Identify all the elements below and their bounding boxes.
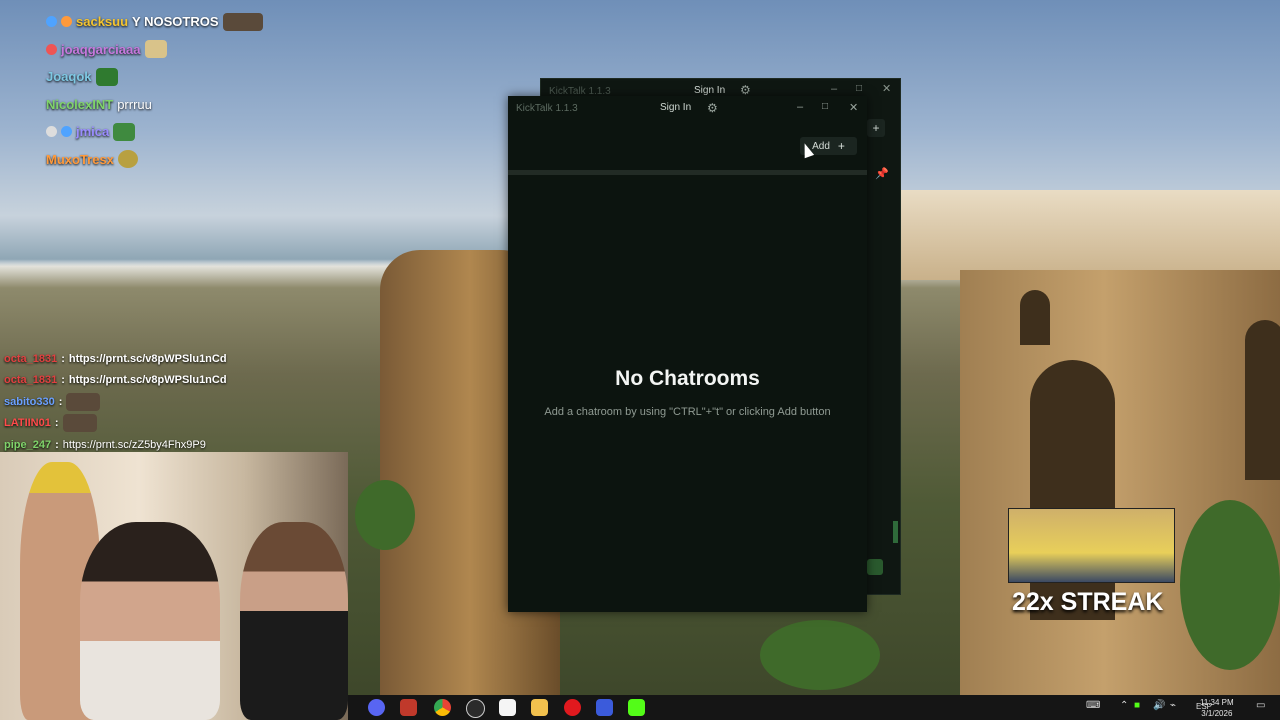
overlay-link-user: octa_1831 (4, 374, 58, 387)
stream-chat-overlay: sacksuu Y NOSOTROS joaqgarciaaa Joaqok N… (46, 8, 263, 173)
overlay-link-message: https://prnt.sc/zZ5by4Fhx9P9 (62, 438, 206, 451)
overlay-link-user: pipe_247 (4, 438, 52, 451)
overlay-chat-line: joaqgarciaaa (46, 36, 263, 64)
webcam-person (240, 522, 348, 720)
overlay-chat-message: Y NOSOTROS (132, 14, 219, 30)
gear-icon[interactable]: ⚙ (707, 101, 718, 115)
chevron-up-icon[interactable]: ⌃ (1120, 700, 1128, 711)
gear-icon[interactable]: ⚙ (740, 83, 751, 97)
signin-button[interactable]: Sign In (660, 102, 691, 113)
kick-tray-icon[interactable]: ■ (1134, 700, 1140, 711)
overlay-chat-line: Joaqok (46, 63, 263, 91)
wallpaper-trees (355, 480, 415, 550)
emote-icon (117, 150, 138, 169)
overlay-link-line: octa_1831: https://prnt.sc/v8pWPSlu1nCd (4, 352, 227, 365)
streak-text: 22x STREAK (1012, 588, 1164, 616)
overlay-link-line: octa_1831: https://prnt.sc/v8pWPSlu1nCd (4, 374, 227, 387)
speaker-icon[interactable]: 🔊 (1153, 700, 1165, 711)
opera-icon[interactable] (564, 699, 581, 716)
overlay-link-line: LATIIN01: (4, 413, 227, 435)
overlay-chat-line: NicolexINT prrruu (46, 91, 263, 119)
taskbar-clock[interactable]: 11:34 PM 3/1/2026 (1200, 697, 1234, 719)
wallpaper-trees (760, 620, 880, 690)
empty-state-subtitle: Add a chatroom by using "CTRL"+"t" or cl… (544, 406, 831, 418)
overlay-link-user: LATIIN01 (4, 417, 51, 430)
notion-icon[interactable] (499, 699, 516, 716)
close-icon[interactable]: ✕ (849, 101, 858, 114)
notification-icon[interactable]: ▭ (1256, 700, 1265, 711)
overlay-chat-user: NicolexINT (46, 96, 114, 112)
clock-time: 11:34 PM (1200, 698, 1234, 707)
emote-icon (113, 122, 136, 141)
wallpaper-trees (1180, 500, 1280, 670)
overlay-link-user: sabito330 (4, 395, 55, 408)
maximize-icon[interactable]: □ (822, 101, 828, 112)
maximize-icon[interactable]: □ (856, 83, 862, 94)
chrome-icon[interactable] (434, 699, 451, 716)
kick-badge-icon (867, 559, 883, 575)
overlay-chat-user: sacksuu (76, 14, 129, 30)
kicktalk-window[interactable]: KickTalk 1.1.3 Sign In ⚙ – □ ✕ Add + No … (508, 96, 867, 612)
overlay-chat-message: prrruu (117, 96, 152, 112)
visual-studio-icon[interactable] (596, 699, 613, 716)
network-icon[interactable]: ⌁ (1170, 700, 1176, 711)
emote-icon (66, 392, 101, 411)
overlay-link-line: sabito330: (4, 391, 227, 413)
close-icon[interactable]: ✕ (882, 82, 891, 95)
add-label: Add (812, 140, 830, 152)
clock-date: 3/1/2026 (1201, 709, 1233, 718)
emote-icon (62, 414, 97, 433)
overlay-chat-user: joaqgarciaaa (61, 41, 141, 57)
overlay-chat-user: MuxoTresx (46, 151, 114, 167)
overlay-chat-line: jmica (46, 118, 263, 146)
wallpaper-town (895, 190, 1280, 280)
webcam-person (80, 522, 220, 720)
overlay-chat-user: Joaqok (46, 69, 92, 85)
emote-icon (144, 40, 167, 59)
overlay-link-message: https://prnt.sc/v8pWPSlu1nCd (68, 352, 227, 365)
scrollbar[interactable] (893, 521, 898, 543)
vencord-icon[interactable] (400, 699, 417, 716)
overlay-chat-line: MuxoTresx (46, 146, 263, 174)
overlay-chat-user: jmica (76, 124, 110, 140)
empty-state-title: No Chatrooms (615, 367, 760, 390)
keyboard-icon[interactable]: ⌨ (1086, 700, 1100, 711)
overlay-link-message: https://prnt.sc/v8pWPSlu1nCd (68, 374, 227, 387)
streak-gif (1008, 508, 1175, 583)
plus-icon: + (837, 139, 845, 153)
taskbar: ⌨ ⌃ ■ 🔊 ⌁ ESP ▭ (348, 695, 1280, 720)
minimize-icon[interactable]: – (797, 101, 803, 113)
kick-icon[interactable] (628, 699, 645, 716)
window-title: KickTalk 1.1.3 (516, 103, 578, 114)
window-titlebar[interactable]: KickTalk 1.1.3 Sign In ⚙ – □ ✕ (508, 96, 867, 122)
explorer-icon[interactable] (531, 699, 548, 716)
add-icon[interactable]: + (867, 119, 885, 137)
emote-icon (222, 12, 263, 31)
pin-icon[interactable]: 📌 (875, 167, 889, 180)
chatroom-tab-bar[interactable] (508, 170, 867, 175)
overlay-chat-line: sacksuu Y NOSOTROS (46, 8, 263, 36)
minimize-icon[interactable]: – (831, 83, 837, 95)
stream-link-overlay: octa_1831: https://prnt.sc/v8pWPSlu1nCd … (4, 348, 227, 456)
obs-icon[interactable] (466, 699, 485, 718)
webcam-feed (0, 452, 348, 720)
signin-button[interactable]: Sign In (694, 85, 725, 96)
overlay-link-user: octa_1831 (4, 352, 58, 365)
emote-icon (95, 67, 118, 86)
discord-icon[interactable] (368, 699, 385, 716)
